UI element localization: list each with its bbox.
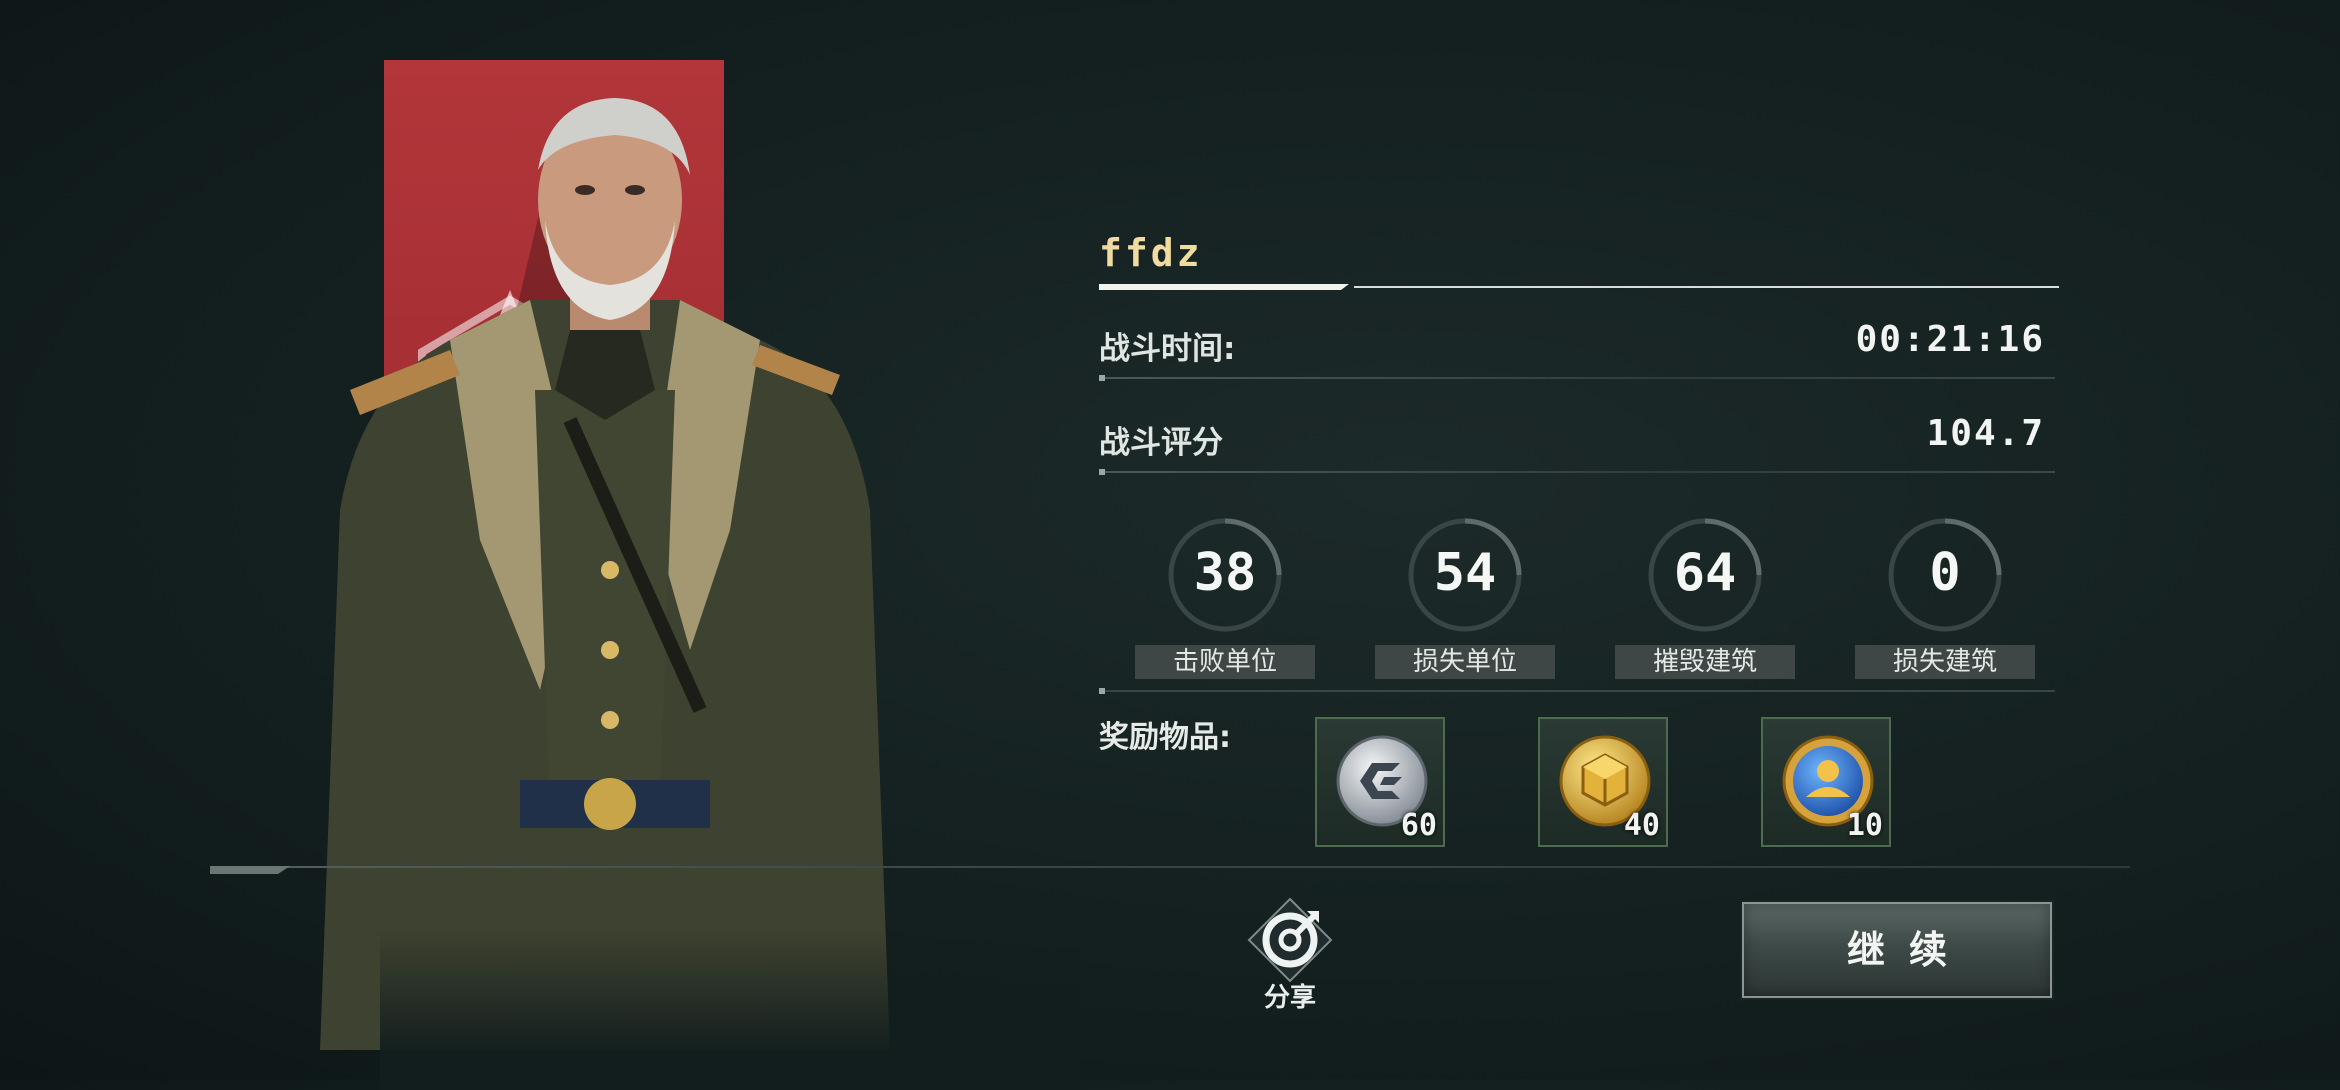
stats-divider-marker [1099, 688, 1105, 694]
battle-result-panel: ffdz 战斗时间: 00:21:16 战斗评分 104.7 38 击败单位 5… [1095, 225, 2059, 847]
bottom-divider [210, 866, 2130, 868]
portrait-fade [380, 930, 1080, 1090]
counter-label: 损失建筑 [1855, 645, 2035, 679]
row-divider-marker [1099, 375, 1105, 381]
battle-score-label: 战斗评分 [1099, 425, 1223, 461]
officer-figure [320, 98, 890, 1050]
row-divider [1099, 471, 2055, 473]
units-lost-counter: 54 损失单位 [1375, 515, 1555, 695]
share-label: 分享 [1263, 983, 1316, 1013]
reward-item-badge[interactable]: 10 [1761, 717, 1891, 847]
battle-score-value: 104.7 [1926, 413, 2045, 454]
rewards-label: 奖励物品: [1099, 720, 1231, 755]
battle-time-row: 战斗时间: 00:21:16 [1099, 319, 2055, 381]
row-divider [1099, 377, 2055, 379]
share-icon [1247, 897, 1333, 983]
buildings-destroyed-counter: 64 摧毁建筑 [1615, 515, 1795, 695]
counter-label: 击败单位 [1135, 645, 1315, 679]
battle-score-row: 战斗评分 104.7 [1099, 413, 2055, 475]
continue-label: 继续 [1846, 928, 1971, 972]
reward-item-gold[interactable]: 40 [1538, 717, 1668, 847]
battle-time-value: 00:21:16 [1855, 319, 2045, 360]
player-name: ffdz [1099, 231, 1203, 275]
row-divider-marker [1099, 469, 1105, 475]
stats-divider [1099, 690, 2055, 692]
name-underline [1099, 284, 2059, 290]
reward-count: 60 [1400, 808, 1437, 843]
counter-value: 64 [1673, 543, 1737, 603]
buildings-lost-counter: 0 损失建筑 [1855, 515, 2035, 695]
share-button[interactable]: 分享 [1240, 895, 1340, 1015]
counter-value: 0 [1929, 543, 1961, 603]
reward-count: 40 [1623, 808, 1660, 843]
bottom-divider-tab [210, 866, 290, 874]
battle-time-label: 战斗时间: [1099, 331, 1236, 367]
commander-portrait [280, 50, 1080, 1090]
counter-label: 损失单位 [1375, 645, 1555, 679]
counter-value: 38 [1193, 543, 1257, 603]
counter-label: 摧毁建筑 [1615, 645, 1795, 679]
reward-item-silver[interactable]: 60 [1315, 717, 1445, 847]
reward-count: 10 [1846, 808, 1883, 843]
units-defeated-counter: 38 击败单位 [1135, 515, 1315, 695]
counter-value: 54 [1433, 543, 1497, 603]
continue-button[interactable]: 继续 [1742, 902, 2052, 998]
